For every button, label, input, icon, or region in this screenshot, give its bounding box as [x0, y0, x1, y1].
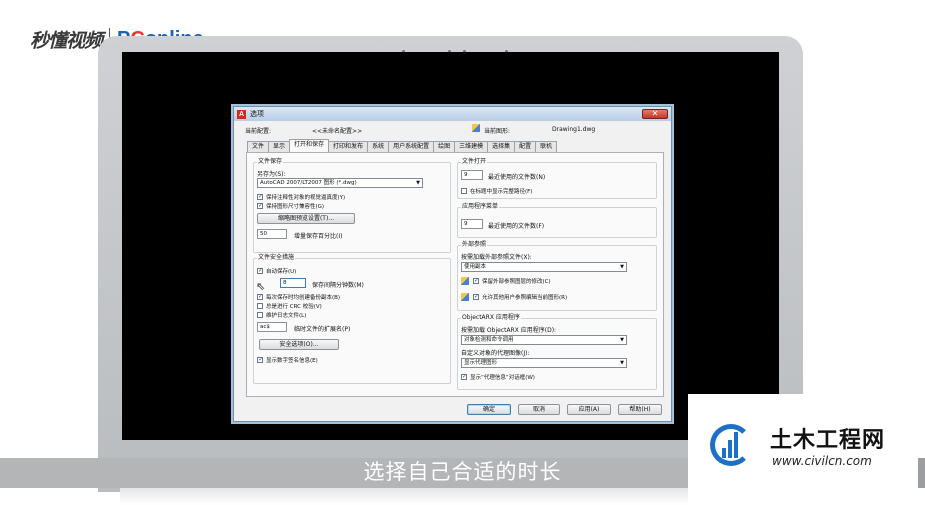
- save-as-select[interactable]: AutoCAD 2007/LT2007 图形 (*.dwg) ▼: [257, 178, 423, 188]
- thumbnail-settings-button[interactable]: 缩略图预览设置(T)...: [257, 213, 355, 224]
- tab-profiles[interactable]: 配置: [514, 141, 537, 152]
- file-safety-group: 文件安全措施 ✓ 自动保存(U) 8 保存间隔分钟数(M) ✓ 每次保存时均创建备份…: [253, 254, 451, 384]
- file-save-title: 文件保存: [257, 158, 284, 166]
- autosave-minutes-input[interactable]: 8: [280, 278, 306, 288]
- incremental-save-label: 增量保存百分比(I): [294, 233, 343, 240]
- autosave-checkbox[interactable]: ✓ 自动保存(U): [257, 267, 296, 275]
- security-options-button[interactable]: 安全选项(O)...: [259, 339, 339, 350]
- xref-icon: [461, 293, 469, 301]
- chevron-down-icon: ▼: [416, 180, 420, 186]
- current-profile-label: 当前配置:: [245, 128, 272, 135]
- cancel-button[interactable]: 取消: [518, 404, 560, 415]
- allow-ref-edit-checkbox[interactable]: ✓ 允许其他用户参照编辑当前图形(R): [461, 293, 567, 301]
- proxy-image-label: 自定义对象的代理图像(J):: [461, 350, 530, 357]
- log-file-checkbox[interactable]: 维护日志文件(L): [257, 311, 306, 319]
- current-drawing-value: Drawing1.dwg: [552, 126, 596, 133]
- checkbox-unchecked: [257, 312, 263, 318]
- checkbox-checked: ✓: [257, 202, 264, 209]
- full-path-checkbox[interactable]: 在标题中显示完整路径(F): [461, 187, 532, 195]
- civilcn-logo-bars: [722, 432, 738, 458]
- open-and-save-panel: 文件保存 另存为(S): AutoCAD 2007/LT2007 图形 (*.d…: [246, 152, 664, 397]
- tab-3d-modeling[interactable]: 三维建模: [454, 141, 489, 152]
- chevron-down-icon: ▼: [620, 360, 624, 366]
- miaodong-logo-text: 秒懂视频: [30, 29, 103, 52]
- incremental-save-input[interactable]: 50: [257, 229, 287, 239]
- watermark-title: 土木工程网: [770, 428, 886, 453]
- temp-extension-input[interactable]: ac$: [257, 322, 287, 332]
- retain-xref-layer-checkbox[interactable]: ✓ 保留外部参照图层的修改(C): [461, 277, 551, 285]
- tab-selection[interactable]: 选择集: [487, 141, 516, 152]
- tab-user-preferences[interactable]: 用户系统配置: [388, 141, 435, 152]
- ok-button[interactable]: 确定: [467, 404, 511, 415]
- checkbox-checked: ✓: [473, 277, 480, 284]
- annotative-fidelity-checkbox[interactable]: ✓ 保持注释性对象的视觉逼真度(Y): [257, 193, 345, 201]
- drawing-icon: [472, 124, 480, 132]
- options-dialog: A 选项 ✕ 当前配置: <<未命名配置>> 当前图形: Drawing1.dw…: [233, 106, 672, 422]
- tab-drafting[interactable]: 绘图: [433, 141, 456, 152]
- objectarx-load-label: 按需加载 ObjectARX 应用程序(D):: [461, 327, 557, 334]
- app-recent-files-input[interactable]: 9: [461, 219, 483, 229]
- tab-system[interactable]: 系统: [367, 141, 390, 152]
- file-open-title: 文件打开: [461, 158, 488, 166]
- digital-signature-checkbox[interactable]: ✓ 显示数字签名信息(E): [257, 356, 318, 364]
- civilcn-watermark: 土木工程网 www.civilcn.com: [688, 394, 918, 505]
- tab-online[interactable]: 联机: [535, 141, 558, 152]
- temp-extension-label: 临时文件的扩展名(P): [294, 326, 351, 333]
- objectarx-load-select[interactable]: 对象检测和命令调用 ▼: [461, 335, 627, 345]
- backup-copy-checkbox[interactable]: ✓ 每次保存时均创建备份副本(B): [257, 293, 340, 301]
- dialog-titlebar[interactable]: A 选项 ✕: [234, 107, 671, 121]
- save-as-label: 另存为(S):: [257, 171, 286, 178]
- checkbox-checked: ✓: [473, 293, 480, 300]
- checkbox-checked: ✓: [461, 373, 468, 380]
- help-button[interactable]: 帮助(H): [618, 404, 662, 415]
- app-menu-title: 应用程序菜单: [461, 203, 500, 211]
- tab-files[interactable]: 文件: [247, 141, 270, 152]
- checkbox-checked: ✓: [257, 267, 264, 274]
- recent-files-label: 最近使用的文件数(N): [488, 174, 546, 181]
- proxy-info-checkbox[interactable]: ✓ 显示“代理信息”对话框(W): [461, 373, 535, 381]
- objectarx-title: ObjectARX 应用程序: [461, 314, 521, 322]
- app-menu-group: 应用程序菜单 9 最近使用的文件数(F): [457, 203, 657, 238]
- chevron-down-icon: ▼: [620, 337, 624, 343]
- close-button[interactable]: ✕: [642, 109, 668, 119]
- current-drawing-label: 当前图形:: [484, 128, 511, 135]
- file-safety-title: 文件安全措施: [257, 254, 296, 262]
- demand-load-xref-select[interactable]: 使用副本 ▼: [461, 262, 627, 272]
- xref-title: 外部参照: [461, 241, 488, 249]
- tab-plot-and-publish[interactable]: 打印和发布: [328, 141, 369, 152]
- autocad-app-icon: A: [237, 109, 246, 119]
- watermark-url: www.civilcn.com: [772, 454, 872, 468]
- checkbox-checked: ✓: [257, 193, 264, 200]
- file-open-group: 文件打开 9 最近使用的文件数(N) 在标题中显示完整路径(F): [457, 158, 657, 199]
- tab-open-and-save[interactable]: 打开和保存: [289, 139, 330, 152]
- objectarx-group: ObjectARX 应用程序 按需加载 ObjectARX 应用程序(D): 对…: [457, 314, 657, 390]
- proxy-image-select[interactable]: 显示代理图形 ▼: [461, 358, 627, 368]
- mouse-cursor-icon: ⇖: [256, 280, 266, 293]
- app-recent-files-label: 最近使用的文件数(F): [488, 223, 545, 230]
- current-profile-value: <<未命名配置>>: [312, 128, 363, 135]
- demand-load-xref-label: 按需加载外部参照文件(X):: [461, 254, 532, 261]
- crc-validation-checkbox[interactable]: 总是进行 CRC 校验(V): [257, 302, 322, 310]
- autosave-minutes-label: 保存间隔分钟数(M): [312, 282, 364, 289]
- checkbox-checked: ✓: [257, 293, 264, 300]
- file-save-group: 文件保存 另存为(S): AutoCAD 2007/LT2007 图形 (*.d…: [253, 158, 451, 253]
- xref-group: 外部参照 按需加载外部参照文件(X): 使用副本 ▼ ✓ 保留外部参照图层的修改(C…: [457, 241, 657, 311]
- xref-icon: [461, 277, 469, 285]
- options-tabs: 文件 显示 打开和保存 打印和发布 系统 用户系统配置 绘图 三维建模 选择集 …: [247, 139, 558, 152]
- chevron-down-icon: ▼: [620, 264, 624, 270]
- drawing-size-compat-checkbox[interactable]: ✓ 保持图形尺寸兼容性(G): [257, 202, 324, 210]
- dialog-title: 选项: [250, 110, 264, 118]
- checkbox-unchecked: [461, 188, 467, 194]
- checkbox-unchecked: [257, 303, 263, 309]
- tab-display[interactable]: 显示: [268, 141, 291, 152]
- checkbox-checked: ✓: [257, 356, 264, 363]
- recent-files-input[interactable]: 9: [461, 170, 483, 180]
- apply-button[interactable]: 应用(A): [567, 404, 611, 415]
